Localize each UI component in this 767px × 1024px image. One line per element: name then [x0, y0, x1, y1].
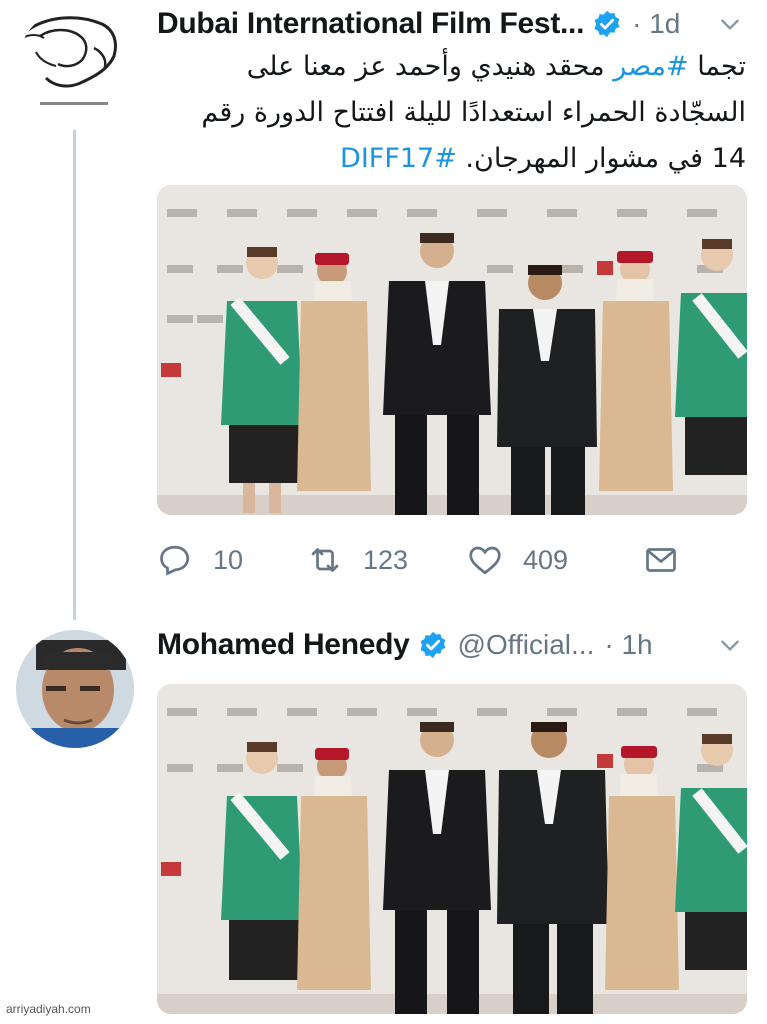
- tweet-photo[interactable]: [157, 684, 747, 1014]
- tweet-text: تجما #مصر محقد هنيدي وأحمد عز معنا على ا…: [160, 44, 746, 182]
- reply-button[interactable]: 10: [157, 542, 307, 578]
- hashtag-link[interactable]: #DIFF17: [340, 143, 457, 174]
- source-watermark: arriyadiyah.com: [6, 1002, 91, 1016]
- like-count: 409: [523, 544, 569, 575]
- tweet-photo[interactable]: [157, 185, 747, 515]
- retweet-button[interactable]: 123: [307, 542, 467, 578]
- retweet-icon: [311, 548, 339, 572]
- like-icon: [469, 546, 501, 575]
- tweet-time[interactable]: · 1h: [604, 629, 652, 661]
- chevron-down-icon[interactable]: [717, 11, 743, 37]
- chevron-down-icon[interactable]: [717, 632, 743, 658]
- tweet-header: Mohamed Henedy @Official... · 1h: [157, 625, 757, 665]
- diff-logo-icon: [21, 16, 117, 105]
- like-button[interactable]: 409: [467, 542, 643, 578]
- reply-icon: [160, 545, 190, 576]
- red-carpet-photo: [157, 185, 747, 515]
- author-handle[interactable]: @Official...: [458, 629, 595, 661]
- verified-icon: [420, 631, 445, 659]
- reply-count: 10: [213, 544, 244, 575]
- red-carpet-photo: [157, 684, 747, 1014]
- dm-icon: [646, 548, 676, 572]
- tweet-text-line-1: تجما #مصر محقد هنيدي وأحمد عز معنا على: [246, 51, 746, 82]
- tweet-time[interactable]: · 1d: [632, 8, 680, 40]
- tweet-header: Dubai International Film Fest... · 1d: [157, 4, 757, 44]
- tweet-actions: 10 123 409: [157, 538, 717, 582]
- author-name[interactable]: Mohamed Henedy: [157, 628, 410, 662]
- tweet-text-line-3: 14 في مشوار المهرجان. #DIFF17: [340, 143, 746, 174]
- thread-connector-line: [73, 130, 76, 620]
- profile-photo: [16, 630, 134, 748]
- dm-button[interactable]: [643, 542, 699, 578]
- henedy-avatar[interactable]: [16, 630, 134, 748]
- hashtag-link[interactable]: #مصر: [613, 51, 688, 82]
- author-name[interactable]: Dubai International Film Fest...: [157, 7, 584, 41]
- retweet-count: 123: [363, 544, 409, 575]
- diff-avatar[interactable]: [18, 8, 130, 120]
- tweet-text-line-2: السجّادة الحمراء استعدادًا لليلة افتتاح …: [201, 97, 746, 128]
- verified-icon: [594, 10, 620, 38]
